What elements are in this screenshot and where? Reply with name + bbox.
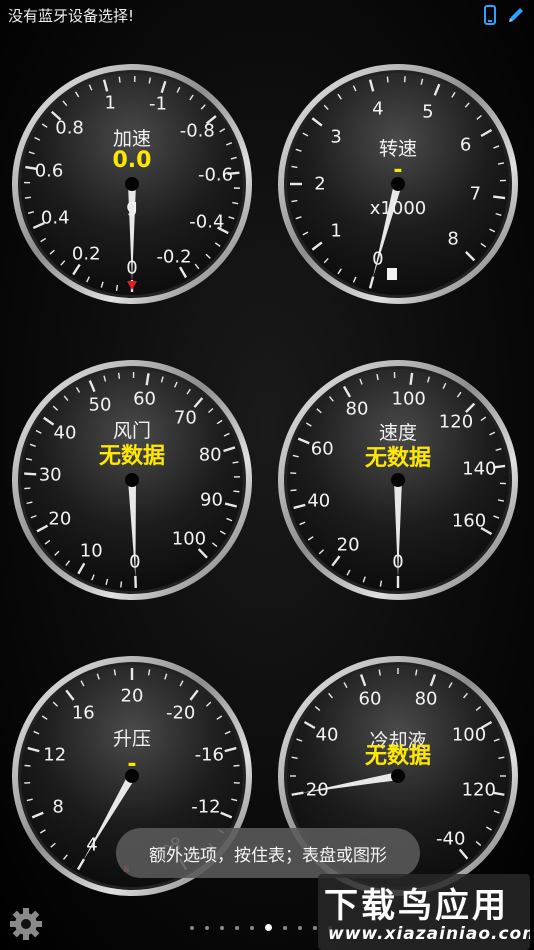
minor-tick — [118, 76, 121, 83]
accel-dial — [12, 64, 252, 304]
phone-icon — [484, 5, 496, 25]
status-icons — [484, 5, 526, 25]
rpm-gauge[interactable]: 0 1 2 3 4 5 6 7 8 转速 - x1000 — [276, 62, 520, 306]
bluetooth-pen-icon — [509, 8, 523, 22]
page-dot[interactable] — [298, 925, 302, 930]
minor-tick — [120, 581, 123, 588]
speed-gauge[interactable]: 0 20 40 60 80 100 120 140 160 速度 无数据 — [276, 358, 520, 602]
page-dot[interactable] — [313, 925, 317, 930]
minor-tick — [379, 580, 383, 587]
throttle-gauge[interactable]: 0 10 20 30 40 50 60 70 80 90 100 风门 无数据 — [10, 358, 254, 602]
hint-toast: 额外选项，按住表；表盘或图形 — [116, 828, 420, 878]
minor-tick — [233, 764, 240, 767]
page-dot[interactable] — [190, 925, 194, 930]
major-tick — [409, 372, 414, 385]
needle-stop — [387, 268, 397, 280]
minor-tick — [113, 669, 117, 676]
minor-tick — [24, 764, 31, 767]
speed-dial — [278, 360, 518, 600]
minor-tick — [291, 199, 298, 203]
needle-hub — [391, 177, 405, 191]
page-dot[interactable] — [283, 925, 287, 930]
gear-icon[interactable] — [8, 906, 44, 942]
needle-hub — [391, 769, 405, 783]
minor-tick — [115, 284, 119, 291]
throttle-dial — [12, 360, 252, 600]
major-tick — [24, 472, 37, 476]
page-dot[interactable] — [265, 924, 272, 931]
watermark-url: www.xiazainiao.com — [328, 924, 530, 944]
minor-tick — [386, 76, 389, 83]
status-message: 没有蓝牙设备选择! — [8, 6, 135, 25]
minor-tick — [233, 490, 240, 493]
rpm-dial — [278, 64, 518, 304]
minor-tick — [232, 461, 239, 464]
watermark-main: 下载鸟应用 — [324, 886, 509, 926]
minor-tick — [290, 489, 297, 492]
needle-hub — [391, 473, 405, 487]
page-dot[interactable] — [220, 925, 224, 930]
minor-tick — [291, 165, 298, 169]
minor-tick — [24, 196, 31, 199]
page-dot[interactable] — [250, 925, 254, 930]
major-tick — [493, 464, 506, 469]
needle-hub — [125, 177, 139, 191]
minor-tick — [147, 669, 151, 676]
acceleration-gauge[interactable]: 0 0.2 0.4 0.6 0.8 1 -1 -0.8 -0.6 -0.4 -0.2 加速 0.0 g — [10, 62, 254, 306]
watermark-logo: 下载鸟应用 www.xiazainiao.com — [318, 874, 530, 950]
page-indicator[interactable] — [190, 924, 332, 931]
major-tick — [227, 171, 240, 176]
major-tick — [493, 195, 506, 200]
status-bar: 没有蓝牙设备选择! — [0, 0, 534, 30]
page-dot[interactable] — [235, 925, 239, 930]
needle-hub — [125, 769, 139, 783]
needle-hub — [125, 473, 139, 487]
page-dot[interactable] — [205, 925, 209, 930]
hint-toast-text: 额外选项，按住表；表盘或图形 — [149, 845, 387, 866]
minor-tick — [117, 372, 121, 379]
